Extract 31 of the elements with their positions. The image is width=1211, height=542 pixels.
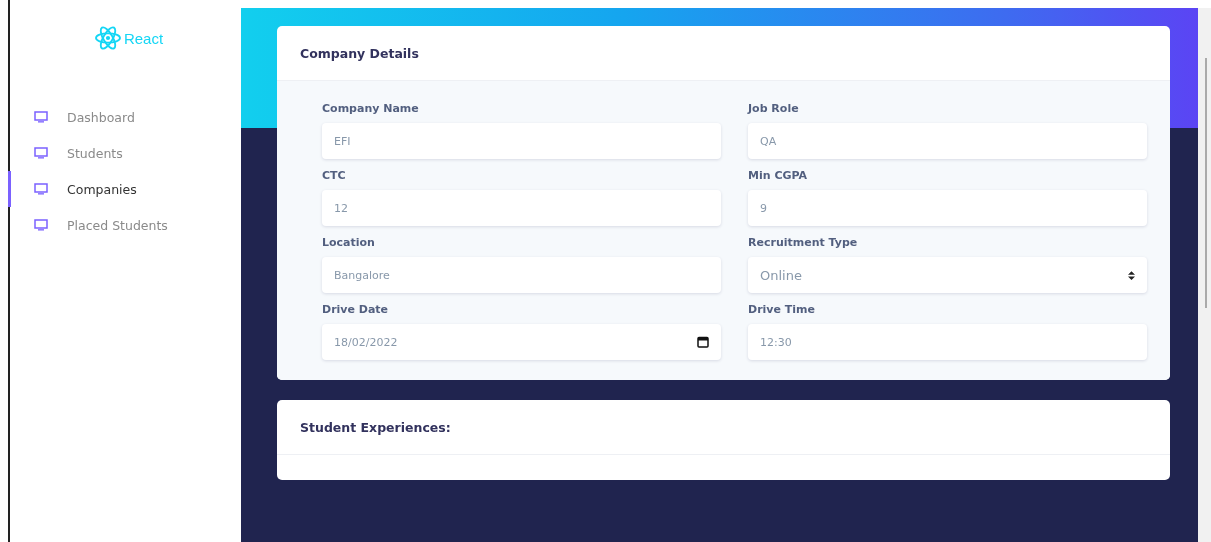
input-field[interactable]: QA bbox=[748, 123, 1147, 159]
card-title: Company Details bbox=[300, 45, 419, 61]
atom-icon bbox=[93, 26, 122, 50]
field-label: Location bbox=[322, 236, 376, 249]
logo-text: React bbox=[123, 29, 164, 47]
field-label: Drive Time bbox=[748, 303, 816, 316]
calendar-icon[interactable] bbox=[697, 336, 709, 348]
sort-arrows-icon bbox=[1128, 270, 1135, 280]
input-field[interactable]: EFI bbox=[322, 123, 721, 159]
monitor-icon bbox=[34, 183, 48, 195]
field-label: Job Role bbox=[748, 102, 800, 115]
input-field[interactable]: 12:30 bbox=[748, 324, 1147, 360]
field-label: CTC bbox=[322, 169, 347, 182]
input-field[interactable]: 9 bbox=[748, 190, 1147, 226]
input-field[interactable]: 12 bbox=[322, 190, 721, 226]
card-title: Student Experiences: bbox=[300, 419, 451, 435]
field-label: Min CGPA bbox=[748, 169, 809, 182]
scrollbar-thumb[interactable] bbox=[1205, 58, 1207, 308]
select-field[interactable]: Online bbox=[748, 257, 1147, 293]
sidebar-item[interactable]: Dashboard bbox=[8, 99, 241, 135]
monitor-icon bbox=[34, 147, 48, 159]
sidebar-item[interactable]: Placed Students bbox=[8, 207, 241, 243]
field-label: Company Name bbox=[322, 102, 420, 115]
sidebar-item[interactable]: Students bbox=[8, 135, 241, 171]
monitor-icon bbox=[34, 219, 48, 231]
field-label: Recruitment Type bbox=[748, 236, 859, 249]
field-label: Drive Date bbox=[322, 303, 390, 316]
scrollbar[interactable] bbox=[1198, 8, 1211, 542]
input-field[interactable]: Bangalore bbox=[322, 257, 721, 293]
date-field[interactable]: 18/02/2022 bbox=[322, 324, 721, 360]
monitor-icon bbox=[34, 111, 48, 123]
